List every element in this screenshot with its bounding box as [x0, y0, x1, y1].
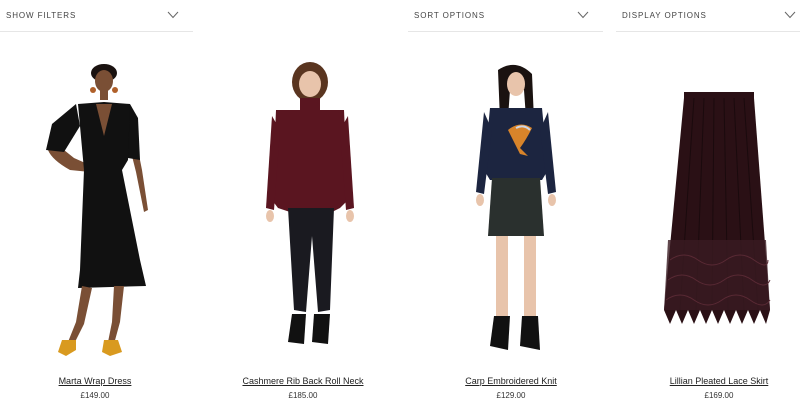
chevron-down-icon	[577, 11, 589, 19]
product-price: £129.00	[496, 391, 526, 400]
chevron-down-icon	[784, 11, 796, 19]
product-card: Lillian Pleated Lace Skirt £169.00	[624, 60, 800, 400]
display-options-label: DISPLAY OPTIONS	[622, 11, 707, 20]
show-filters-label: SHOW FILTERS	[6, 11, 77, 20]
product-card: Marta Wrap Dress £149.00	[0, 60, 190, 400]
chevron-down-icon	[167, 11, 179, 19]
product-image[interactable]	[0, 60, 190, 360]
product-name-link[interactable]: Cashmere Rib Back Roll Neck	[208, 376, 398, 386]
product-price: £149.00	[80, 391, 110, 400]
product-image[interactable]	[208, 60, 398, 360]
product-price: £169.00	[704, 391, 734, 400]
product-price: £185.00	[288, 391, 318, 400]
product-image[interactable]	[416, 60, 606, 360]
product-image[interactable]	[624, 60, 800, 360]
display-options-dropdown[interactable]: DISPLAY OPTIONS	[616, 0, 800, 32]
product-card: Cashmere Rib Back Roll Neck £185.00	[208, 60, 398, 400]
product-name-link[interactable]: Lillian Pleated Lace Skirt	[624, 376, 800, 386]
product-name-link[interactable]: Carp Embroidered Knit	[416, 376, 606, 386]
sort-options-label: SORT OPTIONS	[414, 11, 485, 20]
product-card: Carp Embroidered Knit £129.00	[416, 60, 606, 400]
sort-options-dropdown[interactable]: SORT OPTIONS	[408, 0, 603, 32]
product-name-link[interactable]: Marta Wrap Dress	[0, 376, 190, 386]
show-filters-dropdown[interactable]: SHOW FILTERS	[0, 0, 193, 32]
